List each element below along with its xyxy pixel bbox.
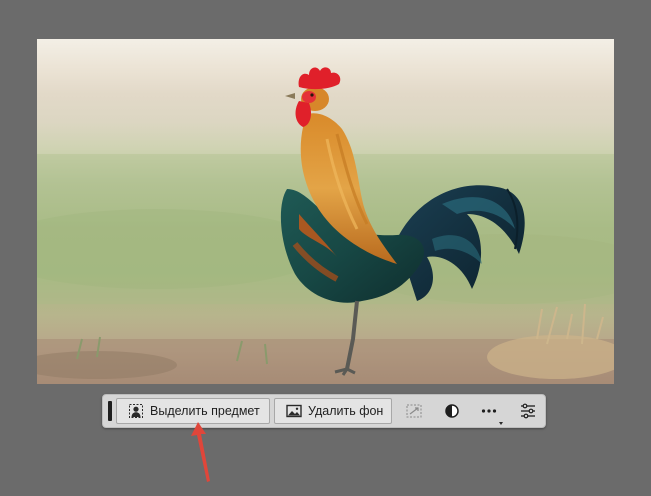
- contextual-task-bar: Выделить предмет Удалить фон: [102, 394, 546, 428]
- more-options-dropdown-indicator: [499, 422, 503, 425]
- taskbar-drag-handle[interactable]: [108, 401, 112, 421]
- transform-selection-icon: [406, 404, 422, 418]
- more-options-button[interactable]: [477, 400, 501, 422]
- half-circle-adjustment-icon: [445, 404, 459, 418]
- select-subject-label: Выделить предмет: [150, 404, 260, 418]
- canvas-image: [37, 39, 614, 384]
- annotation-arrow: [191, 422, 210, 482]
- adjustment-button[interactable]: [440, 400, 464, 422]
- sliders-icon: [521, 403, 535, 419]
- transform-selection-button[interactable]: [402, 400, 426, 422]
- remove-background-button[interactable]: Удалить фон: [274, 398, 392, 424]
- rooster-illustration: [37, 67, 614, 384]
- ellipsis-icon: [481, 409, 497, 413]
- person-silhouette-icon: [128, 403, 144, 419]
- properties-button[interactable]: [516, 400, 540, 422]
- remove-background-label: Удалить фон: [308, 404, 384, 418]
- image-icon: [286, 403, 302, 419]
